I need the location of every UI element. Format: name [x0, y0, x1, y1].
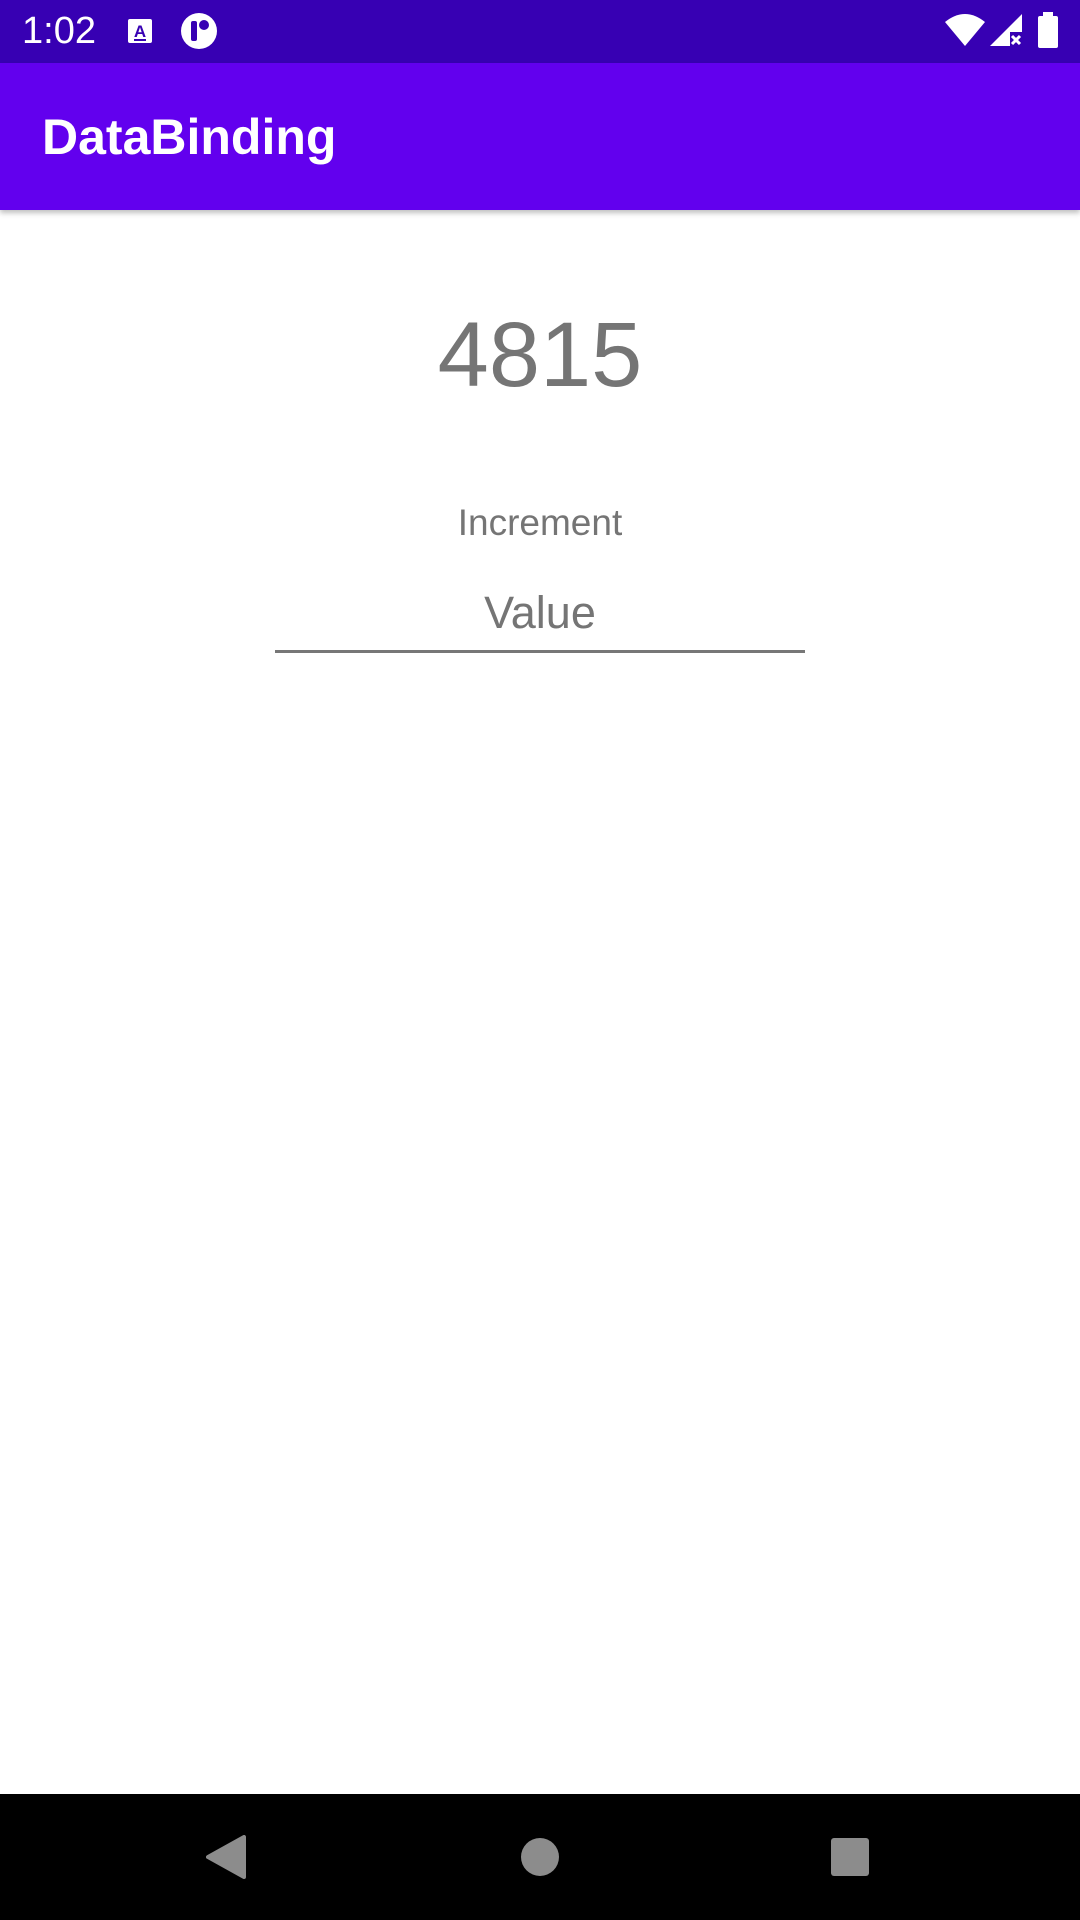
wifi-icon: [945, 14, 985, 46]
app-bar: DataBinding: [0, 63, 1080, 210]
status-time: 1:02: [22, 10, 96, 52]
back-icon: [206, 1835, 246, 1879]
nav-bar: [0, 1794, 1080, 1920]
notification-circle-icon: [181, 13, 217, 49]
home-icon: [521, 1838, 559, 1876]
screen: 1:02 A DataBinding 4815 Increment: [0, 0, 1080, 1920]
value-input[interactable]: [275, 575, 805, 653]
recents-icon: [831, 1838, 869, 1876]
app-title: DataBinding: [42, 109, 337, 165]
svg-text:A: A: [134, 22, 146, 41]
counter-value: 4815: [437, 304, 643, 406]
battery-icon: [1038, 12, 1058, 48]
increment-label: Increment: [457, 502, 623, 543]
back-button[interactable]: [166, 1794, 286, 1920]
signal-no-data-icon: [990, 14, 1022, 46]
home-button[interactable]: [480, 1794, 600, 1920]
status-bar: 1:02 A: [0, 0, 1080, 63]
a11y-a-icon: A: [128, 19, 152, 43]
recents-button[interactable]: [790, 1794, 910, 1920]
